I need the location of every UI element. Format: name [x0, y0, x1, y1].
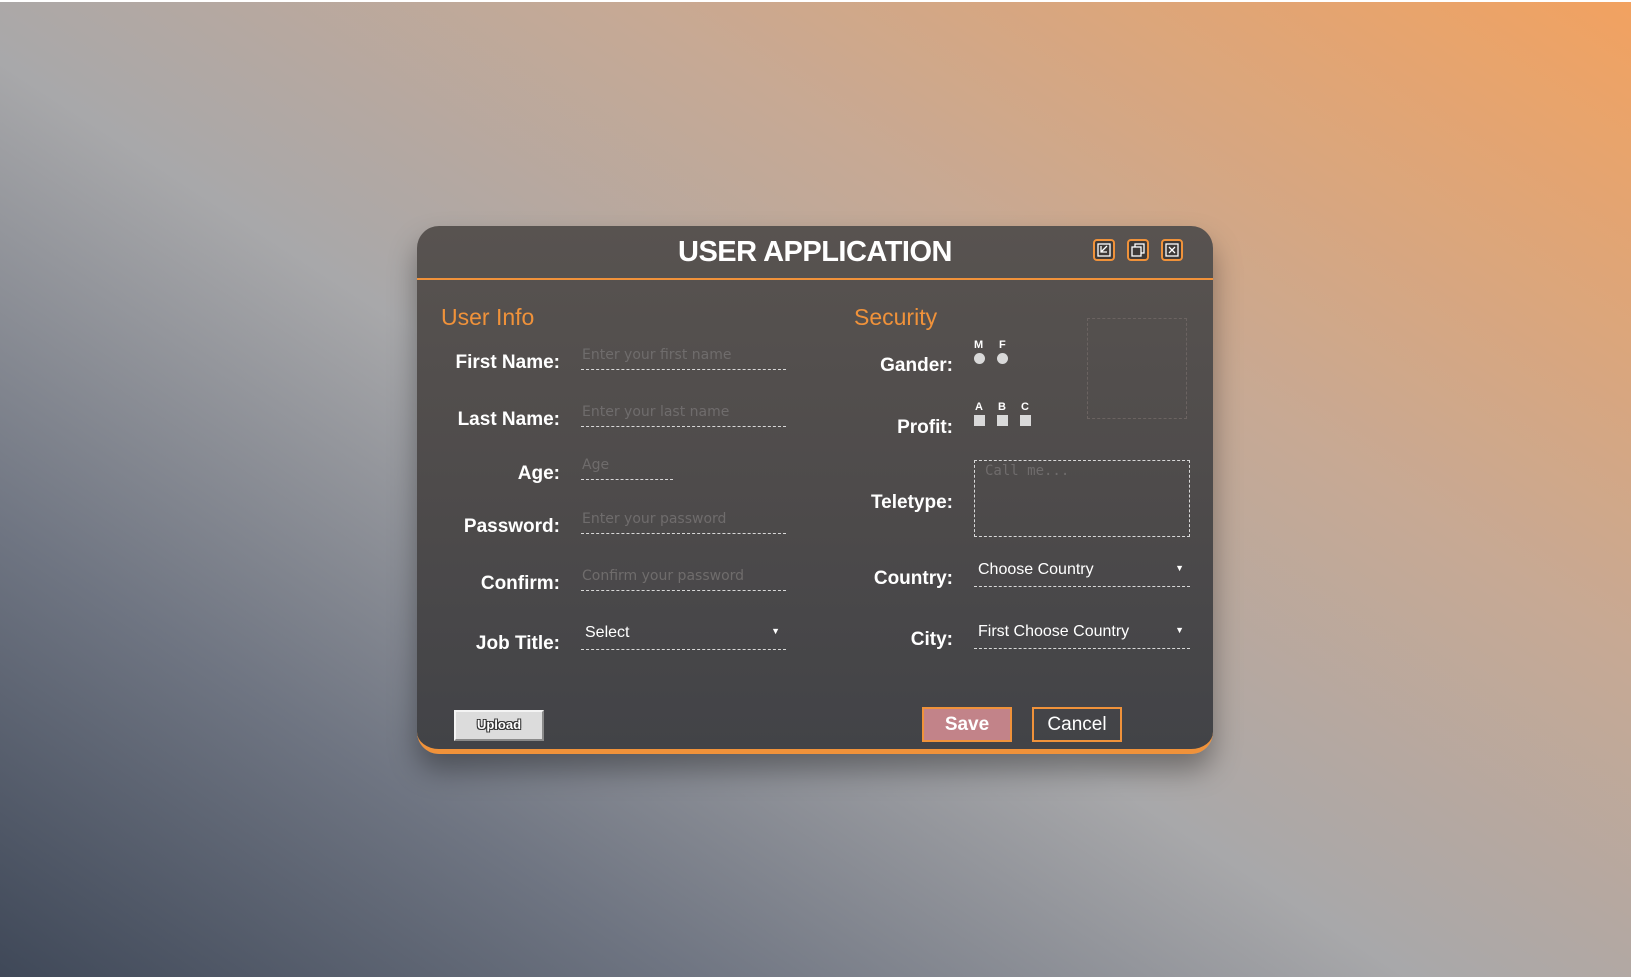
close-icon — [1165, 243, 1179, 257]
cancel-button[interactable]: Cancel — [1032, 707, 1122, 742]
close-button[interactable] — [1161, 239, 1183, 261]
chevron-down-icon: ▼ — [771, 626, 780, 636]
country-selected: Choose Country — [978, 561, 1094, 578]
gender-radio-m[interactable] — [974, 353, 985, 364]
city-label: City: — [910, 629, 953, 650]
minimize-button[interactable] — [1093, 239, 1115, 261]
job-title-selected: Select — [585, 624, 630, 641]
gender-option-m-label: M — [974, 339, 984, 351]
page-top-line — [0, 0, 1631, 2]
minimize-icon — [1097, 243, 1111, 257]
profit-label: Profit: — [897, 417, 953, 438]
profit-option-b-label: B — [998, 401, 1006, 413]
first-name-label: First Name: — [455, 352, 560, 373]
country-label: Country: — [873, 568, 953, 589]
profit-option-a-label: A — [975, 401, 983, 413]
teletype-label: Teletype: — [870, 492, 953, 513]
job-title-select[interactable]: Select ▼ — [581, 624, 786, 650]
age-label: Age: — [517, 463, 560, 484]
last-name-label: Last Name: — [457, 409, 560, 430]
profit-checkbox-a[interactable] — [974, 415, 985, 426]
profit-checkbox-b[interactable] — [997, 415, 1008, 426]
password-label: Password: — [463, 516, 560, 537]
user-application-window: USER APPLICATION User Info First Name: L… — [417, 226, 1213, 754]
job-title-label: Job Title: — [475, 633, 560, 654]
gender-label: Gander: — [880, 355, 953, 376]
restore-icon — [1131, 243, 1145, 257]
user-info-heading: User Info — [441, 304, 535, 330]
chevron-down-icon: ▼ — [1175, 563, 1184, 573]
profit-checkbox-c[interactable] — [1020, 415, 1031, 426]
chevron-down-icon: ▼ — [1175, 625, 1184, 635]
photo-placeholder — [1087, 318, 1187, 419]
confirm-label: Confirm: — [480, 573, 560, 594]
save-button[interactable]: Save — [922, 707, 1012, 742]
confirm-password-input[interactable] — [581, 567, 786, 591]
country-select[interactable]: Choose Country ▼ — [974, 561, 1190, 587]
city-select[interactable]: First Choose Country ▼ — [974, 623, 1190, 649]
teletype-textarea[interactable] — [974, 460, 1190, 537]
restore-button[interactable] — [1127, 239, 1149, 261]
password-input[interactable] — [581, 510, 786, 534]
gender-radio-f[interactable] — [997, 353, 1008, 364]
security-heading: Security — [854, 304, 938, 330]
age-input[interactable] — [581, 456, 673, 480]
profit-option-c-label: C — [1021, 401, 1029, 413]
first-name-input[interactable] — [581, 346, 786, 370]
gender-option-f-label: F — [999, 339, 1006, 351]
title-bar: USER APPLICATION — [417, 226, 1213, 280]
upload-button[interactable]: Upload — [454, 710, 544, 741]
city-selected: First Choose Country — [978, 623, 1130, 640]
last-name-input[interactable] — [581, 403, 786, 427]
